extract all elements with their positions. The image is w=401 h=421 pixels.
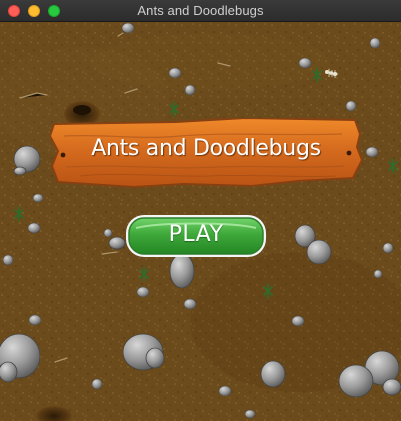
rock-icon xyxy=(369,37,381,49)
play-button-label: PLAY xyxy=(168,222,224,247)
rock-icon xyxy=(298,57,312,69)
rock-icon xyxy=(91,378,103,390)
rock-icon xyxy=(183,298,197,310)
game-title: Ants and Doodlebugs xyxy=(91,136,321,161)
rock-icon xyxy=(122,333,165,371)
rock-icon xyxy=(27,222,41,234)
rock-icon xyxy=(260,360,286,388)
window-title: Ants and Doodlebugs xyxy=(137,3,264,18)
rock-icon xyxy=(184,84,196,96)
rock-icon xyxy=(103,228,113,238)
rock-icon xyxy=(345,100,357,112)
rock-icon xyxy=(218,385,232,397)
rock-icon xyxy=(121,22,135,34)
rock-icon xyxy=(2,254,14,266)
title-banner: Ants and Doodlebugs xyxy=(50,118,362,188)
rock-icon xyxy=(32,193,44,203)
rock-icon xyxy=(291,315,305,327)
rock-icon xyxy=(365,146,379,158)
rock-icon xyxy=(244,409,256,419)
rock-icon xyxy=(169,253,195,289)
rock-icon xyxy=(136,286,150,298)
rock-icon xyxy=(108,236,126,250)
rock-icon xyxy=(28,314,42,326)
game-window: Ants and Doodlebugs Ants and Doodlebugs … xyxy=(0,0,401,421)
rock-icon xyxy=(373,269,383,279)
title-bar[interactable]: Ants and Doodlebugs xyxy=(0,0,401,22)
play-button[interactable]: PLAY xyxy=(125,214,267,258)
rock-icon xyxy=(168,67,182,79)
rock-icon xyxy=(382,242,394,254)
